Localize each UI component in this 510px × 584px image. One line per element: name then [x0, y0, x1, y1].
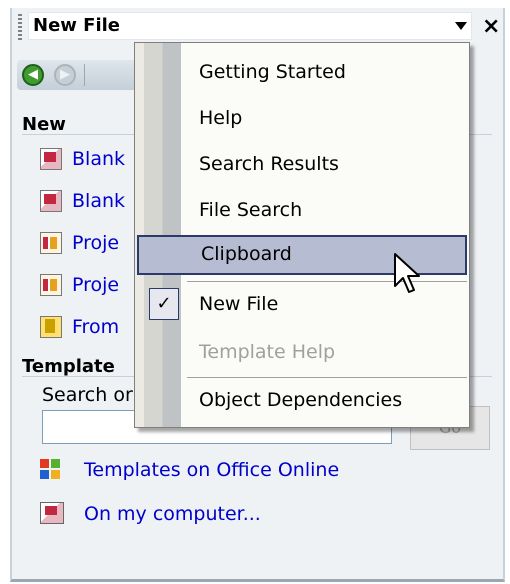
new-section-title: New	[22, 114, 66, 135]
menu-item-label: Clipboard	[201, 243, 292, 265]
close-button[interactable]: ×	[482, 16, 500, 38]
back-button[interactable]: ◀	[22, 64, 44, 86]
computer-doc-icon	[40, 502, 64, 524]
templates-online-link[interactable]: Templates on Office Online	[84, 459, 339, 481]
new-item-link[interactable]: Blank	[72, 148, 125, 170]
pane-title: New File	[33, 15, 121, 36]
checkmark-icon: ✓	[149, 288, 179, 320]
pane-switch-menu: Getting Started Help Search Results File…	[134, 42, 470, 428]
search-online-label: Search or	[42, 384, 133, 406]
project-doc-icon	[40, 274, 62, 296]
menu-item-getting-started[interactable]: Getting Started	[135, 53, 469, 93]
menu-item-label: Help	[199, 107, 243, 129]
on-my-computer-link[interactable]: On my computer...	[84, 503, 261, 525]
new-item-link[interactable]: From	[72, 316, 119, 338]
menu-item-label: Search Results	[199, 153, 339, 175]
menu-item-file-search[interactable]: File Search	[135, 191, 469, 231]
menu-separator	[187, 377, 467, 378]
from-file-icon	[40, 316, 62, 338]
new-item-link[interactable]: Proje	[72, 232, 119, 254]
pane-grip-handle[interactable]	[18, 14, 22, 40]
menu-item-search-results[interactable]: Search Results	[135, 145, 469, 185]
menu-item-label: Getting Started	[199, 61, 346, 83]
menu-item-object-dependencies[interactable]: Object Dependencies	[135, 381, 469, 421]
office-online-icon	[40, 459, 64, 481]
menu-item-template-help: Template Help	[135, 333, 469, 373]
menu-item-label: New File	[199, 293, 279, 315]
forward-button[interactable]: ▶	[54, 64, 76, 86]
project-doc-icon	[40, 232, 62, 254]
toolbar-separator	[84, 64, 85, 86]
templates-section-title: Template	[22, 356, 115, 377]
blank-doc-icon	[40, 148, 62, 170]
pane-title-dropdown[interactable]: New File	[28, 12, 472, 40]
mouse-cursor-icon	[394, 253, 420, 293]
menu-item-label: Template Help	[199, 341, 336, 363]
new-item-link[interactable]: Blank	[72, 190, 125, 212]
menu-item-help[interactable]: Help	[135, 99, 469, 139]
blank-doc-icon	[40, 190, 62, 212]
menu-separator	[187, 281, 467, 282]
menu-item-label: Object Dependencies	[199, 389, 403, 411]
menu-item-label: File Search	[199, 199, 303, 221]
dropdown-arrow-icon[interactable]	[455, 22, 467, 30]
new-item-link[interactable]: Proje	[72, 274, 119, 296]
